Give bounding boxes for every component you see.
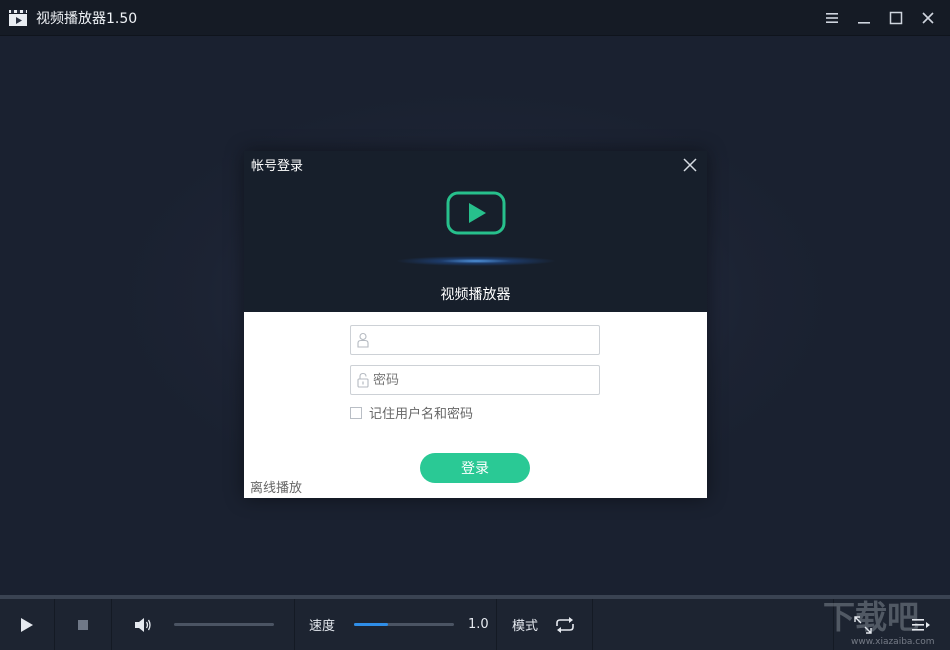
- maximize-icon: [889, 11, 903, 25]
- login-button[interactable]: 登录: [420, 453, 530, 483]
- close-window-button[interactable]: [912, 0, 944, 36]
- window-title: 视频播放器1.50: [36, 10, 138, 27]
- offline-play-link[interactable]: 离线播放: [250, 477, 302, 496]
- playlist-button[interactable]: [892, 599, 950, 650]
- stop-icon: [78, 619, 88, 630]
- divider: [592, 599, 593, 650]
- close-icon: [683, 158, 697, 172]
- speed-slider[interactable]: [354, 623, 454, 626]
- divider: [294, 599, 295, 650]
- volume-button[interactable]: [112, 599, 174, 650]
- loop-mode-button[interactable]: [554, 599, 576, 650]
- mode-label: 模式: [512, 619, 539, 634]
- password-input[interactable]: [373, 367, 593, 393]
- speed-value: 1.0: [468, 617, 489, 632]
- speed-label: 速度: [309, 619, 336, 634]
- play-icon: [21, 617, 33, 632]
- lock-icon: [353, 366, 373, 394]
- playlist-icon: [912, 618, 930, 631]
- control-bar: 速度 1.0 模式: [0, 599, 950, 650]
- logo-glow: [396, 254, 556, 268]
- fullscreen-button[interactable]: [834, 599, 892, 650]
- clapperboard-icon: [8, 9, 28, 27]
- dialog-title: 帐号登录: [251, 159, 304, 174]
- window-controls: [816, 0, 944, 36]
- repeat-icon: [556, 616, 574, 633]
- play-button[interactable]: [0, 599, 54, 650]
- menu-button[interactable]: [816, 0, 848, 36]
- speaker-icon: [135, 617, 151, 632]
- dialog-app-name: 视频播放器: [440, 287, 511, 303]
- minimize-button[interactable]: [848, 0, 880, 36]
- remember-option[interactable]: 记住用户名和密码: [350, 403, 473, 422]
- title-bar: 视频播放器1.50: [0, 0, 950, 36]
- dialog-header: 帐号登录 视频播放器: [244, 151, 707, 312]
- login-dialog: 帐号登录 视频播放器 记住用户名和密码 登录 离线播放: [244, 151, 707, 498]
- maximize-button[interactable]: [880, 0, 912, 36]
- password-field[interactable]: [350, 365, 600, 395]
- remember-label: 记住用户名和密码: [369, 407, 474, 422]
- username-field[interactable]: [350, 325, 600, 355]
- volume-slider[interactable]: [174, 623, 274, 626]
- user-icon: [353, 326, 373, 354]
- volume-slider-wrap: [174, 599, 286, 650]
- play-logo-icon: [446, 191, 506, 237]
- close-icon: [922, 12, 934, 24]
- divider: [496, 599, 497, 650]
- dialog-close-button[interactable]: [681, 156, 699, 174]
- minimize-icon: [858, 22, 870, 24]
- remember-checkbox[interactable]: [350, 406, 362, 419]
- username-input[interactable]: [373, 327, 593, 353]
- fullscreen-icon: [854, 615, 872, 634]
- speed-slider-fill: [354, 623, 388, 626]
- menu-icon: [826, 13, 838, 23]
- stop-button[interactable]: [55, 599, 111, 650]
